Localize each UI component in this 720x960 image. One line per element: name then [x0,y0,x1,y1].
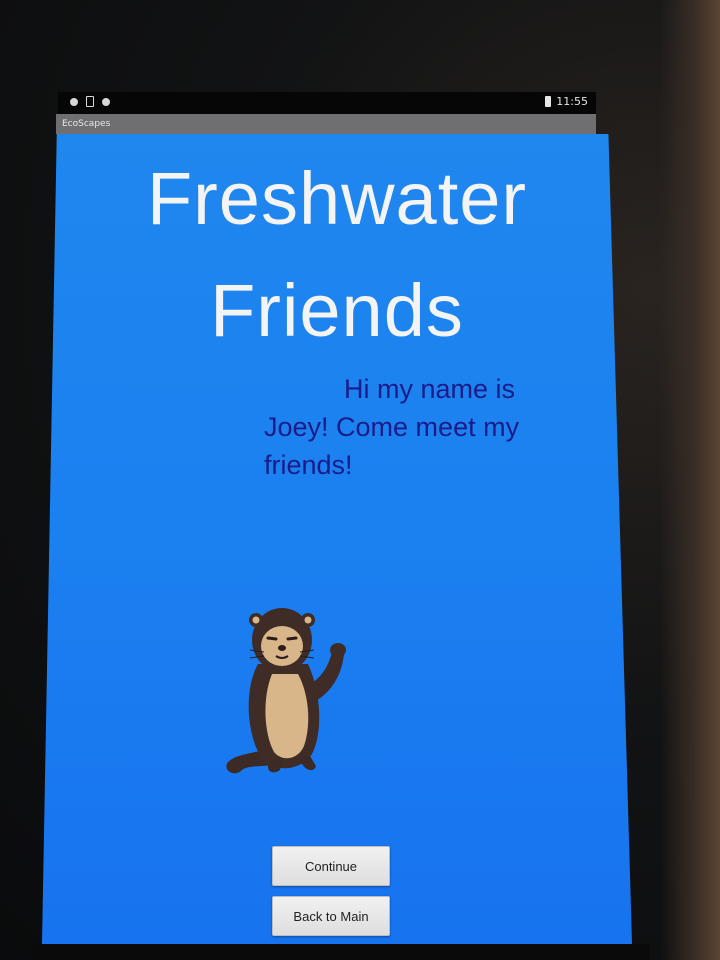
app-title: EcoScapes [62,119,111,129]
speech-line-1: Hi my name is [344,374,516,404]
page-title-line-2: Friends [210,269,464,352]
navigation-bar [30,944,650,960]
continue-button-label: Continue [304,858,358,874]
otter-illustration [226,608,346,774]
continue-button[interactable]: Continue [272,846,390,886]
speech-line-3: friends! [264,450,353,480]
app-screen: Freshwater Friends Hi my name is Joey! C… [42,134,632,944]
battery-icon [545,96,552,107]
back-to-main-button[interactable]: Back to Main [272,896,390,936]
device-edge [660,0,720,960]
sim-card-icon [86,96,94,107]
action-bar: EcoScapes [56,114,596,134]
speech-line-2: Joey! Come meet my [264,412,520,442]
status-time: 11:55 [556,95,588,108]
status-bar: 11:55 [58,92,596,114]
notification-dot-icon [102,98,110,106]
speech-text: Hi my name is Joey! Come meet my friends… [264,370,584,484]
back-to-main-button-label: Back to Main [293,908,369,924]
page-title-line-1: Freshwater [146,157,528,240]
notification-dot-icon [70,98,78,106]
